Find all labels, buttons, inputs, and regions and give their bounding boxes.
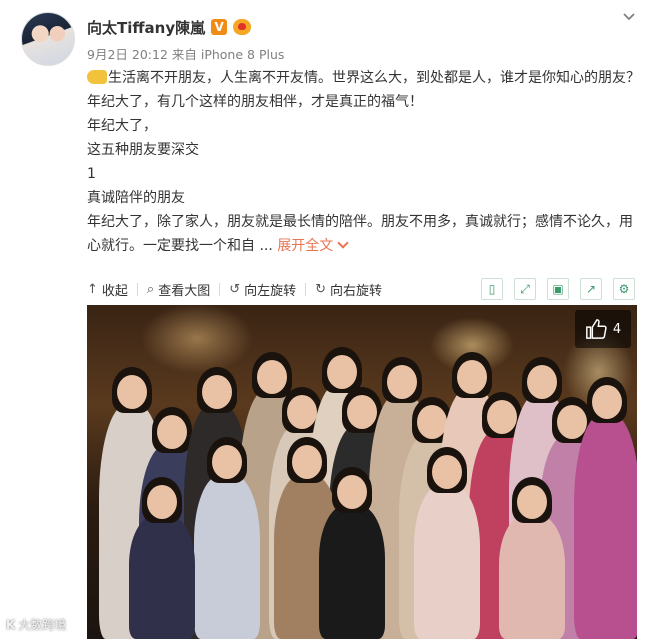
- photo-person-face: [287, 395, 317, 429]
- watermark-logo: K: [6, 617, 16, 632]
- arrow-up-icon: ↑: [87, 281, 98, 297]
- photo-person-face: [292, 445, 322, 479]
- photo-person-body: [194, 475, 260, 639]
- thumbs-up-icon: [585, 319, 607, 339]
- photo-person-face: [257, 360, 287, 394]
- post-paragraph: 生活离不开朋友，人生离不开友情。世界这么大，到处都是人，谁才是你知心的朋友？年纪…: [87, 70, 640, 110]
- like-count: 4: [612, 321, 622, 337]
- image-toolbar: ↑ 收起 ⌕ 查看大图 ↺ 向左旋转 ↻ 向右旋转 ▯ ⤢ ▣ ↗ ⚙: [87, 276, 637, 302]
- avatar[interactable]: [21, 12, 75, 66]
- photo-person-face: [527, 365, 557, 399]
- photo-person-face: [592, 385, 622, 419]
- share-icon[interactable]: ↗: [580, 278, 602, 300]
- post-line: 1: [87, 166, 96, 182]
- rotate-right-icon: ↻: [315, 281, 327, 297]
- photo-person-body: [319, 505, 385, 639]
- photo-person-face: [327, 355, 357, 389]
- image-actions: ▯ ⤢ ▣ ↗ ⚙: [481, 278, 635, 300]
- photo-person-face: [147, 485, 177, 519]
- fullscreen-icon[interactable]: ⤢: [514, 278, 536, 300]
- rotate-right-button[interactable]: ↻ 向右旋转: [315, 280, 382, 299]
- photo-person-body: [574, 415, 637, 639]
- settings-icon[interactable]: ⚙: [613, 278, 635, 300]
- photo-person-face: [347, 395, 377, 429]
- photo-person-body: [414, 485, 480, 639]
- search-icon: ⌕: [146, 281, 155, 297]
- post-content: 生活离不开朋友，人生离不开友情。世界这么大，到处都是人，谁才是你知心的朋友？年纪…: [87, 66, 642, 258]
- photo-person-body: [129, 515, 195, 639]
- phone-view-icon[interactable]: ▯: [481, 278, 503, 300]
- photo-person-face: [337, 475, 367, 509]
- divider: [136, 282, 138, 296]
- photo-person-face: [117, 375, 147, 409]
- post-header: 向太Tiffany陳嵐 V: [87, 16, 252, 38]
- expand-caret-icon: [337, 237, 349, 249]
- watermark: K 大数跨境: [6, 617, 67, 633]
- rotate-left-icon: ↺: [229, 281, 241, 297]
- vip-badge-icon: [233, 19, 252, 35]
- divider: [305, 282, 307, 296]
- like-button[interactable]: 4: [575, 310, 631, 348]
- post-line: 年纪大了，: [87, 118, 157, 134]
- post-line: 真诚陪伴的朋友: [87, 190, 185, 206]
- photo-person-face: [202, 375, 232, 409]
- verified-badge: V: [211, 19, 228, 35]
- photo-person-body: [499, 515, 565, 639]
- photo-person-face: [387, 365, 417, 399]
- divider: [219, 282, 221, 296]
- photo-person-face: [557, 405, 587, 439]
- post-paragraph: 年纪大了，除了家人，朋友就是最长情的陪伴。朋友不用多，真诚就行；感情不论久，用心…: [87, 214, 633, 254]
- photo-person-face: [487, 400, 517, 434]
- save-icon[interactable]: ▣: [547, 278, 569, 300]
- username-link[interactable]: 向太Tiffany陳嵐: [87, 17, 205, 38]
- collapse-button[interactable]: ↑ 收起: [87, 280, 128, 299]
- post-line: 这五种朋友要深交: [87, 142, 199, 158]
- hand-icon: [87, 70, 107, 84]
- view-large-button[interactable]: ⌕ 查看大图: [147, 280, 210, 299]
- post-meta[interactable]: 9月2日 20:12 来自 iPhone 8 Plus: [87, 44, 284, 63]
- chevron-down-icon[interactable]: [622, 10, 636, 24]
- photo-person-face: [157, 415, 187, 449]
- photo-person-face: [517, 485, 547, 519]
- post-photo[interactable]: [87, 305, 637, 639]
- photo-person-face: [432, 455, 462, 489]
- expand-full-text-link[interactable]: 展开全文: [277, 237, 349, 254]
- rotate-left-button[interactable]: ↺ 向左旋转: [229, 280, 296, 299]
- photo-person-face: [457, 360, 487, 394]
- photo-person-face: [212, 445, 242, 479]
